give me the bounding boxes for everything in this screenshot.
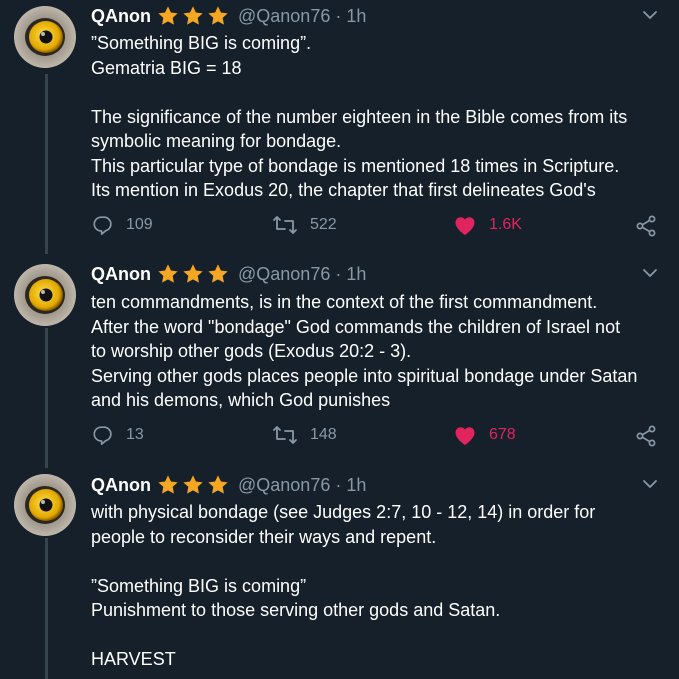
- tweet-text-line: HARVEST: [91, 649, 176, 669]
- owl-eye-avatar-image: [14, 6, 76, 68]
- retweet-icon: [273, 426, 297, 444]
- retweet-count: 522: [310, 216, 337, 233]
- tweet-text-line: people to reconsider their ways and repe…: [91, 526, 437, 547]
- tweet-text-line: After the word "bondage" God commands th…: [91, 316, 621, 337]
- retweet-button[interactable]: 148: [272, 424, 337, 446]
- like-count: 678: [489, 426, 516, 443]
- tweet-actions: 109 522 1.6K: [0, 214, 679, 240]
- star-icon: [183, 6, 203, 25]
- tweet-header: QAnon @Qanon76 · 1h: [91, 472, 366, 498]
- chevron-down-icon[interactable]: [641, 266, 659, 280]
- tweet-text-line: to worship other gods (Exodus 20:2 - 3).: [91, 341, 412, 361]
- tweet-text-line: Punishment to those serving other gods a…: [91, 600, 501, 620]
- reply-icon: [93, 426, 112, 445]
- reply-count: 13: [126, 426, 144, 443]
- share-icon[interactable]: [634, 424, 658, 448]
- tweet-text-line: Serving other gods places people into sp…: [91, 365, 638, 386]
- handle[interactable]: @Qanon76: [238, 264, 330, 285]
- handle[interactable]: @Qanon76: [238, 475, 330, 496]
- tweet-header: QAnon @Qanon76 · 1h: [91, 3, 366, 29]
- star-icon: [208, 264, 228, 283]
- display-name[interactable]: QAnon: [91, 264, 151, 285]
- like-count: 1.6K: [489, 216, 522, 233]
- tweet-actions: 13 148 678: [0, 424, 679, 450]
- like-button[interactable]: 678: [453, 424, 516, 446]
- tweet-text-line: symbolic meaning for bondage.: [91, 131, 342, 151]
- retweet-button[interactable]: 522: [272, 214, 337, 236]
- heart-icon: [455, 217, 475, 235]
- tweet-text-line: and his demons, which God punishes: [91, 390, 391, 410]
- thread-line: [45, 538, 48, 679]
- avatar[interactable]: [14, 6, 76, 68]
- timestamp[interactable]: 1h: [346, 475, 366, 496]
- tweet-text: ten commandments, is in the context of t…: [91, 290, 671, 413]
- display-name[interactable]: QAnon: [91, 475, 151, 496]
- star-icon: [158, 264, 178, 283]
- timestamp[interactable]: 1h: [346, 6, 366, 27]
- tweet-text-line: ”Something BIG is coming”: [91, 575, 307, 596]
- star-icon: [183, 264, 203, 283]
- tweet-text-line: Gematria BIG = 18: [91, 57, 242, 78]
- like-button[interactable]: 1.6K: [453, 214, 522, 236]
- tweet-header: QAnon @Qanon76 · 1h: [91, 261, 366, 287]
- tweet-text-line: Its mention in Exodus 20, the chapter th…: [91, 180, 596, 200]
- reply-button[interactable]: 13: [92, 424, 144, 446]
- separator-dot: ·: [330, 263, 347, 284]
- tweet-text: with physical bondage (see Judges 2:7, 1…: [91, 500, 671, 672]
- tweet-text-line: [91, 80, 671, 105]
- chevron-down-icon[interactable]: [641, 8, 659, 22]
- tweet-text-line: This particular type of bondage is menti…: [91, 155, 620, 176]
- chevron-down-icon[interactable]: [641, 477, 659, 491]
- display-name[interactable]: QAnon: [91, 6, 151, 27]
- avatar[interactable]: [14, 474, 76, 536]
- handle[interactable]: @Qanon76: [238, 6, 330, 27]
- star-badges: [156, 474, 231, 496]
- tweet-text: ”Something BIG is coming”. Gematria BIG …: [91, 31, 671, 203]
- owl-eye-avatar-image: [14, 264, 76, 326]
- reply-button[interactable]: 109: [92, 214, 153, 236]
- tweet-text-line: [91, 549, 671, 574]
- tweet-text-line: ten commandments, is in the context of t…: [91, 292, 598, 312]
- star-icon: [158, 475, 178, 494]
- heart-icon: [455, 427, 475, 445]
- separator-dot: ·: [330, 474, 347, 495]
- tweet-text-line: The significance of the number eighteen …: [91, 106, 628, 127]
- reply-count: 109: [126, 216, 153, 233]
- retweet-count: 148: [310, 426, 337, 443]
- tweet-text-line: ”Something BIG is coming”.: [91, 33, 312, 53]
- star-icon: [208, 6, 228, 25]
- tweet-text-line: with physical bondage (see Judges 2:7, 1…: [91, 502, 596, 522]
- star-icon: [183, 475, 203, 494]
- star-icon: [158, 6, 178, 25]
- owl-eye-avatar-image: [14, 474, 76, 536]
- timestamp[interactable]: 1h: [346, 264, 366, 285]
- separator-dot: ·: [330, 5, 347, 26]
- avatar[interactable]: [14, 264, 76, 326]
- retweet-icon: [273, 216, 297, 234]
- tweet-text-line: [91, 623, 671, 648]
- star-badges: [156, 263, 231, 285]
- star-icon: [208, 475, 228, 494]
- star-badges: [156, 5, 231, 27]
- reply-icon: [93, 216, 112, 235]
- share-icon[interactable]: [634, 214, 658, 238]
